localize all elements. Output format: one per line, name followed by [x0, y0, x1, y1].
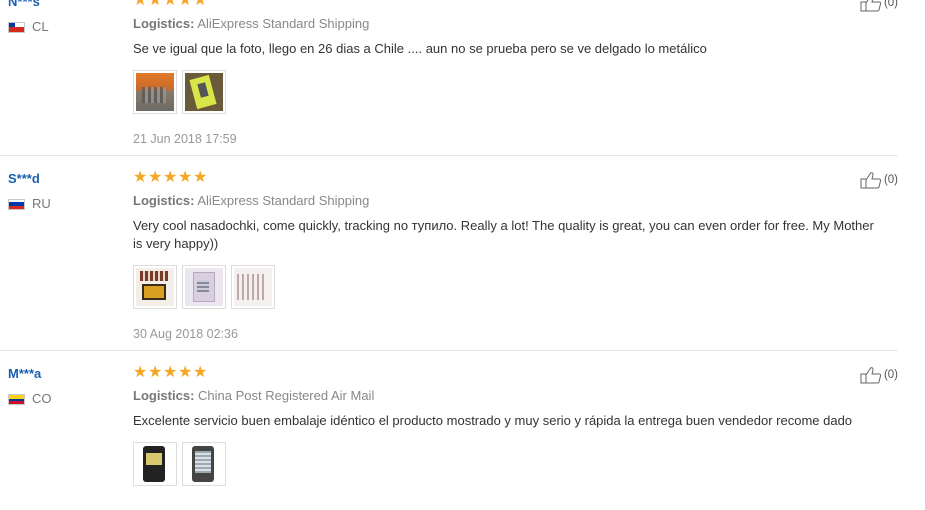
logistics-label: Logistics: — [133, 16, 195, 31]
star-icon: ★ — [193, 0, 207, 9]
review-photo-thumbnail[interactable] — [182, 70, 226, 114]
star-rating: ★ ★ ★ ★ ★ — [133, 170, 893, 186]
helpful-count: (0) — [883, 369, 898, 381]
review-item: N***s CL ★ ★ ★ ★ ★ Logistics: AliExpress Sta… — [0, 0, 898, 156]
thumbs-up-icon — [860, 172, 882, 189]
reviewer-name[interactable]: N***s — [8, 0, 118, 10]
logistics-label: Logistics: — [133, 193, 195, 208]
review-photo-thumbnail[interactable] — [182, 265, 226, 309]
star-icon: ★ — [163, 0, 177, 9]
star-rating: ★ ★ ★ ★ ★ — [133, 0, 893, 9]
country-code: RU — [32, 196, 51, 211]
reviewer-info: S***d RU — [8, 171, 118, 211]
star-icon: ★ — [133, 0, 147, 9]
country-code: CL — [32, 19, 49, 34]
country-code: CO — [32, 391, 52, 406]
star-icon: ★ — [133, 364, 147, 381]
star-icon: ★ — [148, 0, 162, 9]
review-item: S***d RU ★ ★ ★ ★ ★ Logistics: AliExpress Sta… — [0, 155, 898, 351]
helpful-count: (0) — [883, 174, 898, 186]
logistics-info: Logistics: AliExpress Standard Shipping — [133, 192, 893, 210]
review-photo-thumbnail[interactable] — [133, 442, 177, 486]
star-rating: ★ ★ ★ ★ ★ — [133, 365, 893, 381]
star-icon: ★ — [133, 169, 147, 186]
review-date: 21 Jun 2018 17:59 — [133, 132, 237, 146]
star-icon: ★ — [163, 364, 177, 381]
reviewer-country: CL — [8, 20, 118, 34]
reviewer-name[interactable]: M***a — [8, 366, 118, 382]
review-text: Se ve igual que la foto, llego en 26 dia… — [133, 41, 707, 56]
review-text: Very cool nasadochki, come quickly, trac… — [133, 218, 874, 251]
logistics-value: China Post Registered Air Mail — [198, 388, 375, 403]
reviewer-info: N***s CL — [8, 0, 118, 34]
star-icon: ★ — [178, 0, 192, 9]
review-photo-thumbnail[interactable] — [133, 265, 177, 309]
helpful-count: (0) — [883, 0, 898, 9]
review-photos — [133, 442, 893, 486]
helpful-button[interactable]: (0) — [860, 366, 898, 384]
logistics-info: Logistics: China Post Registered Air Mai… — [133, 387, 893, 405]
review-photo-thumbnail[interactable] — [231, 265, 275, 309]
star-icon: ★ — [178, 364, 192, 381]
logistics-label: Logistics: — [133, 388, 195, 403]
chile-flag-icon — [8, 21, 25, 33]
reviewer-name[interactable]: S***d — [8, 171, 118, 187]
star-icon: ★ — [178, 169, 192, 186]
thumbs-up-icon — [860, 0, 882, 12]
review-date: 30 Aug 2018 02:36 — [133, 327, 238, 341]
helpful-button[interactable]: (0) — [860, 0, 898, 12]
helpful-button[interactable]: (0) — [860, 171, 898, 189]
logistics-value: AliExpress Standard Shipping — [197, 193, 370, 208]
logistics-info: Logistics: AliExpress Standard Shipping — [133, 15, 893, 33]
colombia-flag-icon — [8, 393, 25, 405]
star-icon: ★ — [148, 169, 162, 186]
star-icon: ★ — [148, 364, 162, 381]
star-icon: ★ — [163, 169, 177, 186]
reviewer-country: CO — [8, 392, 118, 406]
star-icon: ★ — [193, 364, 207, 381]
reviewer-country: RU — [8, 197, 118, 211]
reviewer-info: M***a CO — [8, 366, 118, 406]
review-item: M***a CO ★ ★ ★ ★ ★ Logistics: China Post Reg… — [0, 350, 898, 510]
review-photo-thumbnail[interactable] — [182, 442, 226, 486]
review-photos — [133, 70, 893, 114]
russia-flag-icon — [8, 198, 25, 210]
logistics-value: AliExpress Standard Shipping — [197, 16, 370, 31]
star-icon: ★ — [193, 169, 207, 186]
review-photo-thumbnail[interactable] — [133, 70, 177, 114]
thumbs-up-icon — [860, 367, 882, 384]
review-text: Excelente servicio buen embalaje idéntic… — [133, 413, 853, 428]
review-photos — [133, 265, 893, 309]
